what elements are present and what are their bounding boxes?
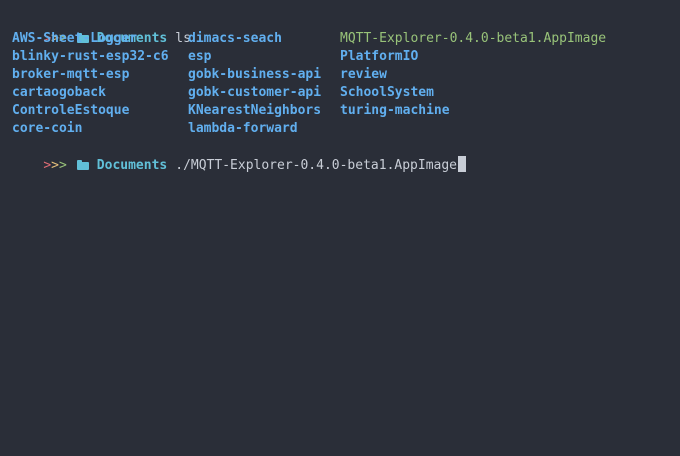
ls-entry-directory: gobk-customer-api: [188, 85, 322, 100]
ls-entry-directory: AWS-Sheet-Logger: [12, 31, 138, 46]
ls-entry-directory: broker-mqtt-esp: [12, 67, 130, 82]
ls-entry-directory: esp: [188, 49, 212, 64]
ls-entry-directory: core-coin: [12, 121, 83, 136]
prompt-arrows: >>>: [43, 158, 67, 173]
ls-entry-directory: KNearestNeighbors: [188, 103, 322, 118]
ls-entry-directory: ControleEstoque: [12, 103, 130, 118]
ls-output-row: AWS-Sheet-Logger dimacs-seach MQTT-Explore…: [12, 30, 680, 48]
ls-entry-directory: blinky-rust-esp32-c6: [12, 49, 169, 64]
ls-entry-directory: lambda-forward: [188, 121, 298, 136]
prompt-cwd: Documents: [96, 158, 168, 173]
prompt-line-ls: >>> Documents ls: [12, 12, 680, 46]
folder-icon: [76, 160, 89, 170]
ls-entry-directory: dimacs-seach: [188, 31, 282, 46]
ls-entry-directory: gobk-business-api: [188, 67, 322, 82]
ls-output-row: core-coin lambda-forward: [12, 120, 680, 138]
command-input[interactable]: ./MQTT-Explorer-0.4.0-beta1.AppImage: [175, 158, 457, 173]
ls-entry-directory: SchoolSystem: [340, 85, 434, 100]
ls-entry-directory: cartaogoback: [12, 85, 106, 100]
ls-output-row: blinky-rust-esp32-c6 esp PlatformIO: [12, 48, 680, 66]
ls-output-row: cartaogoback gobk-customer-api SchoolSyste…: [12, 84, 680, 102]
terminal-window[interactable]: >>> Documents ls AWS-Sheet-Logger dimacs-se…: [0, 0, 680, 456]
ls-output: AWS-Sheet-Logger dimacs-seach MQTT-Explore…: [12, 30, 680, 138]
ls-output-row: ControleEstoque KNearestNeighbors turing-m…: [12, 102, 680, 120]
prompt-line-current[interactable]: >>> Documents ./MQTT-Explorer-0.4.0-beta1.…: [12, 138, 680, 173]
ls-output-row: broker-mqtt-esp gobk-business-api review: [12, 66, 680, 84]
ls-entry-directory: review: [340, 67, 387, 82]
ls-entry-executable: MQTT-Explorer-0.4.0-beta1.AppImage: [340, 31, 607, 46]
ls-entry-directory: PlatformIO: [340, 49, 419, 64]
ls-entry-directory: turing-machine: [340, 103, 450, 118]
text-cursor: [458, 156, 467, 172]
